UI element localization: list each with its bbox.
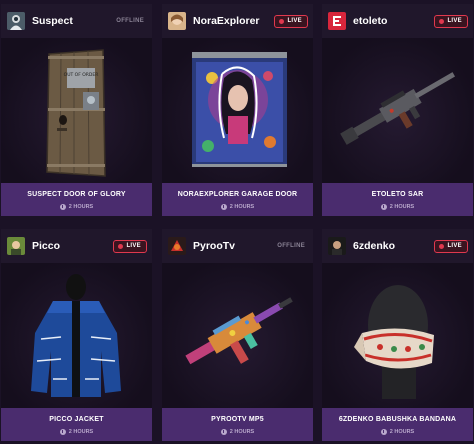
duration-text: 2 HOURS [389,429,415,435]
live-label: LIVE [447,18,462,24]
live-dot-icon [279,18,285,24]
e-logo-icon[interactable] [328,12,346,30]
door-sign: OUT OF ORDER [64,72,99,78]
card-header: NoraExplorer LIVE [162,4,313,38]
live-badge: LIVE [434,14,468,28]
streamer-avatar[interactable] [7,12,25,30]
duration-text: 2 HOURS [68,204,94,210]
live-dot-icon [439,243,445,249]
item-title: 6ZDENKO BABUSHKA BANDANA [338,416,457,423]
item-image-door[interactable]: OUT OF ORDER [1,38,152,183]
live-label: LIVE [447,243,462,249]
duration-info: 2 HOURS [162,429,313,435]
card-footer: NORAEXPLORER GARAGE DOOR 2 HOURS [162,183,313,216]
duration-info: 2 HOURS [322,204,473,210]
live-badge: LIVE [113,239,147,253]
clock-icon [380,204,387,210]
streamer-avatar[interactable] [168,12,186,30]
duration-text: 2 HOURS [229,204,255,210]
streamer-name[interactable]: NoraExplorer [193,15,274,27]
live-dot-icon [439,18,445,24]
streamer-avatar[interactable] [328,237,346,255]
item-title: PICCO JACKET [49,416,104,423]
duration-info: 2 HOURS [1,204,152,210]
card-footer: PYROOTV MP5 2 HOURS [162,408,313,441]
duration-text: 2 HOURS [229,429,255,435]
drop-card-pyrootv[interactable]: PyrooTv OFFLINE PYROOTV MP5 2 HOURS [162,229,313,441]
clock-icon [59,429,66,435]
item-title: SUSPECT DOOR OF GLORY [27,191,126,198]
item-image-garage-door[interactable] [162,38,313,183]
streamer-avatar[interactable] [7,237,25,255]
drop-card-noraexplorer[interactable]: NoraExplorer LIVE NORAEXPLORER GARAGE DO… [162,4,313,216]
duration-text: 2 HOURS [389,204,415,210]
card-header: etoleto LIVE [322,4,473,38]
status-offline-badge: OFFLINE [277,243,305,249]
streamer-name[interactable]: 6zdenko [353,240,434,252]
drop-card-etoleto[interactable]: etoleto LIVE ETOLETO SAR 2 HOURS [322,4,473,216]
live-dot-icon [118,243,124,249]
card-header: Picco LIVE [1,229,152,263]
status-offline-badge: OFFLINE [116,18,144,24]
drop-card-picco[interactable]: Picco LIVE PICCO JACKET 2 HOURS [1,229,152,441]
live-badge: LIVE [434,239,468,253]
streamer-name[interactable]: Picco [32,240,113,252]
drops-grid: Suspect OFFLINE OUT OF ORDER SUSPECT DOO… [0,0,474,444]
item-image-bandana[interactable] [322,263,473,408]
item-image-mp5[interactable] [162,263,313,408]
streamer-name[interactable]: etoleto [353,15,434,27]
item-title: NORAEXPLORER GARAGE DOOR [177,191,298,198]
card-footer: ETOLETO SAR 2 HOURS [322,183,473,216]
card-header: Suspect OFFLINE [1,4,152,38]
clock-icon [220,429,227,435]
clock-icon [59,204,66,210]
streamer-name[interactable]: PyrooTv [193,240,277,252]
item-title: PYROOTV MP5 [211,416,264,423]
live-label: LIVE [287,18,302,24]
live-badge: LIVE [274,14,308,28]
clock-icon [220,204,227,210]
drop-card-6zdenko[interactable]: 6zdenko LIVE 6ZDENKO BABUSHKA BANDANA 2 … [322,229,473,441]
duration-info: 2 HOURS [322,429,473,435]
drop-card-suspect[interactable]: Suspect OFFLINE OUT OF ORDER SUSPECT DOO… [1,4,152,216]
item-image-sar-rifle[interactable] [322,38,473,183]
duration-text: 2 HOURS [68,429,94,435]
card-footer: 6ZDENKO BABUSHKA BANDANA 2 HOURS [322,408,473,441]
streamer-avatar[interactable] [168,237,186,255]
card-footer: SUSPECT DOOR OF GLORY 2 HOURS [1,183,152,216]
item-image-jacket[interactable] [1,263,152,408]
live-label: LIVE [126,243,141,249]
duration-info: 2 HOURS [162,204,313,210]
item-title: ETOLETO SAR [371,191,424,198]
clock-icon [380,429,387,435]
card-header: PyrooTv OFFLINE [162,229,313,263]
card-header: 6zdenko LIVE [322,229,473,263]
card-footer: PICCO JACKET 2 HOURS [1,408,152,441]
streamer-name[interactable]: Suspect [32,15,116,27]
duration-info: 2 HOURS [1,429,152,435]
